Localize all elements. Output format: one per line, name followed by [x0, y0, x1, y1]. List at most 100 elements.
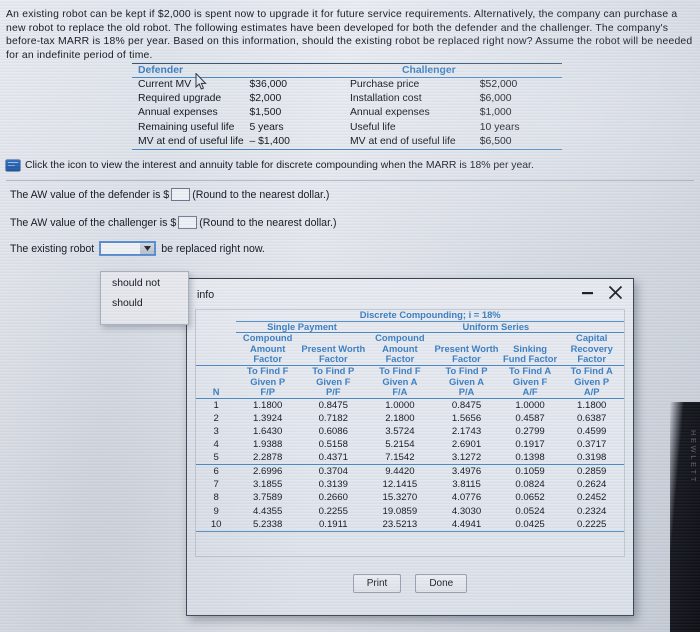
table-factorname-row: Compound Amount Factor Present Worth Fac… — [196, 332, 624, 366]
cell-a-f: 0.0425 — [500, 517, 560, 532]
row-index: 7 — [213, 479, 219, 491]
cell-f-a: 3.5724 — [385, 425, 415, 437]
index-header: N — [196, 386, 237, 399]
cell-a-p: 1.1800 — [577, 399, 607, 411]
cell-f-p: 2.2878 — [252, 452, 283, 464]
minimize-icon[interactable] — [581, 286, 594, 299]
cell-p-a: 3.1272 — [451, 452, 482, 464]
col-findgiven-f-p: To Find F Given P — [236, 364, 299, 388]
row-index: 4 — [213, 439, 219, 451]
cell-a-f: 0.0652 — [515, 492, 545, 504]
chevron-down-icon[interactable] — [140, 243, 155, 254]
dropdown-option-should-not[interactable]: should not — [101, 274, 188, 294]
cell-a-f: 0.1917 — [515, 439, 545, 451]
table-group-row: Single Payment Uniform Series — [196, 321, 624, 334]
row-value-defender: $2,000 — [249, 93, 282, 105]
table-row: 8 3.7589 0.2660 15.3270 4.0776 0.0652 0.… — [196, 491, 624, 504]
cell-f-p: 1.6430 — [252, 425, 283, 437]
cell-p-f: 0.8475 — [318, 399, 348, 411]
table-row: Remaining useful life 5 years Useful lif… — [132, 121, 562, 135]
estimates-header-row: Defender Challenger — [132, 64, 562, 77]
cell-a-f: 0.4587 — [515, 412, 545, 424]
cell-p-f: 0.7182 — [318, 412, 348, 424]
cell-f-p: 2.6996 — [236, 464, 299, 479]
row-index: 1 — [213, 399, 219, 411]
estimates-bottom-rule — [132, 149, 562, 151]
print-button[interactable]: Print — [352, 574, 402, 593]
cell-f-a: 1.0000 — [385, 399, 415, 411]
group-header-uniform-series: Uniform Series — [367, 321, 624, 334]
cell-f-p: 1.9388 — [252, 439, 283, 451]
row-index: 3 — [213, 425, 219, 437]
interest-table-link[interactable]: Click the icon to view the interest and … — [6, 160, 534, 171]
dropdown-option-should[interactable]: should — [101, 294, 188, 314]
cell-f-a: 12.1415 — [382, 479, 418, 491]
cell-a-f: 0.1059 — [500, 464, 560, 479]
cell-a-p: 0.4599 — [577, 425, 607, 437]
cell-p-f: 0.6086 — [318, 425, 348, 437]
defender-header: Defender — [138, 65, 184, 76]
col-findgiven-a-p: To Find A Given P — [559, 364, 624, 388]
row-value-defender: $36,000 — [249, 79, 288, 90]
cell-p-a: 3.8115 — [452, 479, 481, 491]
row-index: 10 — [196, 517, 237, 532]
defender-answer-prefix: The AW value of the defender is $ — [10, 188, 170, 201]
cell-a-f: 0.1398 — [515, 452, 545, 464]
row-value-challenger: $6,000 — [479, 93, 512, 105]
monitor-brand-label: HEWLETT — [689, 430, 698, 485]
interest-table-link-label: Click the icon to view the interest and … — [25, 160, 534, 171]
cell-p-a: 2.1743 — [451, 425, 482, 437]
cell-a-p: 0.2225 — [559, 517, 624, 532]
table-row: 3 1.6430 0.6086 3.5724 2.1743 0.2799 0.4… — [196, 425, 624, 438]
col-symbol-p-f: P/F — [298, 386, 368, 399]
cell-a-p: 0.2324 — [577, 505, 607, 517]
table-row: 7 3.1855 0.3139 12.1415 3.8115 0.0824 0.… — [196, 478, 624, 491]
cell-f-a: 9.4420 — [367, 464, 433, 479]
table-row: Required upgrade $2,000 Installation cos… — [132, 92, 562, 106]
replace-decision-dropdown-list[interactable]: should not should — [100, 271, 189, 325]
cell-p-a: 4.0776 — [451, 492, 482, 504]
decision-suffix: be replaced right now. — [161, 242, 265, 255]
row-index: 9 — [213, 505, 219, 517]
cell-p-a: 3.4976 — [432, 464, 501, 479]
challenger-aw-input[interactable] — [178, 216, 198, 229]
col-factor-a-f: Sinking Fund Factor — [503, 342, 558, 365]
cell-a-p: 0.3198 — [577, 452, 607, 464]
col-findgiven-p-f: To Find P Given F — [298, 364, 368, 388]
row-label-defender: MV at end of useful life — [138, 135, 244, 147]
done-button[interactable]: Done — [415, 574, 468, 593]
cell-f-a: 2.1800 — [385, 412, 415, 424]
row-index: 2 — [213, 412, 219, 424]
decision-line: The existing robot be replaced right now… — [10, 241, 265, 256]
compounding-table-title: Discrete Compounding; i = 18% — [236, 309, 624, 322]
cell-p-a: 2.6901 — [451, 439, 482, 451]
cell-p-f: 0.2255 — [318, 505, 348, 517]
row-label-challenger: MV at end of useful life — [350, 135, 456, 147]
col-findgiven-f-a: To Find F Given A — [367, 364, 433, 388]
row-value-challenger: $52,000 — [479, 79, 518, 90]
row-label-defender: Required upgrade — [138, 93, 222, 105]
col-findgiven-p-a: To Find P Given A — [432, 364, 501, 388]
table-book-icon[interactable] — [6, 160, 20, 171]
close-icon[interactable] — [608, 285, 623, 300]
defender-answer-line: The AW value of the defender is $ (Round… — [10, 188, 329, 201]
col-factor-p-a: Present Worth Factor — [434, 342, 499, 365]
cell-a-p: 0.2452 — [577, 492, 607, 504]
cell-f-a: 19.0859 — [382, 505, 418, 517]
row-value-challenger: $6,500 — [479, 135, 512, 147]
cell-p-f: 0.4371 — [318, 452, 348, 464]
defender-aw-input[interactable] — [171, 188, 191, 201]
cell-p-a: 1.5656 — [451, 412, 482, 424]
cell-a-p: 0.2624 — [577, 479, 607, 491]
cell-p-f: 0.3704 — [298, 464, 368, 479]
row-index: 5 — [213, 452, 219, 464]
replace-decision-select[interactable] — [99, 241, 157, 256]
row-index: 6 — [196, 464, 237, 479]
row-label-challenger: Annual expenses — [350, 107, 430, 119]
cell-p-a: 0.8475 — [451, 399, 482, 411]
col-findgiven-a-f: To Find A Given F — [500, 364, 560, 388]
table-symbol-row: N F/P P/F F/A P/A A/F A/P — [196, 386, 624, 399]
col-symbol-a-p: A/P — [559, 386, 624, 399]
challenger-answer-suffix: (Round to the nearest dollar.) — [199, 216, 337, 229]
row-value-challenger: 10 years — [479, 121, 520, 133]
